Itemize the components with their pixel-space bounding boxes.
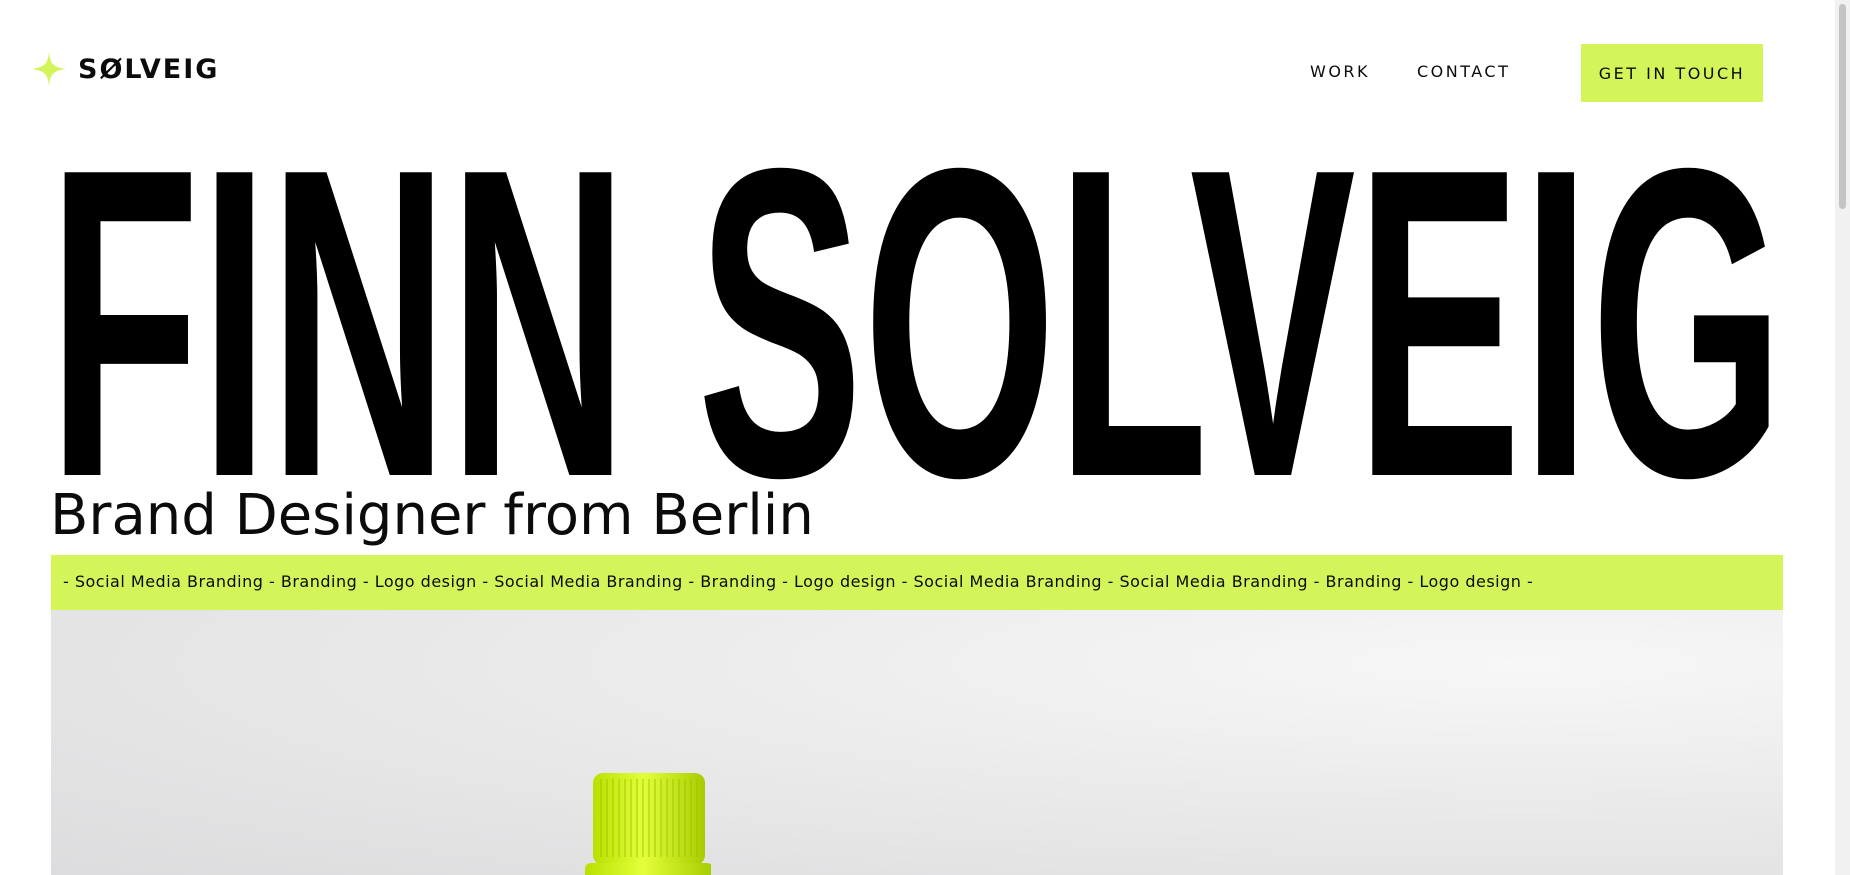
product-bottle-image <box>585 773 711 875</box>
get-in-touch-button[interactable]: GET IN TOUCH <box>1581 44 1763 102</box>
site-header: SØLVEIG WORK CONTACT GET IN TOUCH <box>0 0 1850 140</box>
hero-heading: FINN SOLVEIG <box>48 150 1786 480</box>
logo-text: SØLVEIG <box>78 53 220 85</box>
page-scrollbar[interactable] <box>1835 0 1850 875</box>
ticker-text: - Social Media Branding - Branding - Log… <box>63 572 1534 591</box>
sparkle-star-icon <box>32 51 66 87</box>
services-ticker: - Social Media Branding - Branding - Log… <box>51 555 1783 610</box>
logo-link[interactable]: SØLVEIG <box>32 51 219 87</box>
hero-subtitle: Brand Designer from Berlin <box>50 483 814 548</box>
nav-link-work[interactable]: WORK <box>1310 62 1370 81</box>
nav-link-contact[interactable]: CONTACT <box>1417 62 1510 81</box>
hero-image <box>51 610 1783 875</box>
hero-name: FINN SOLVEIG <box>48 150 1784 480</box>
scrollbar-thumb[interactable] <box>1839 4 1846 209</box>
